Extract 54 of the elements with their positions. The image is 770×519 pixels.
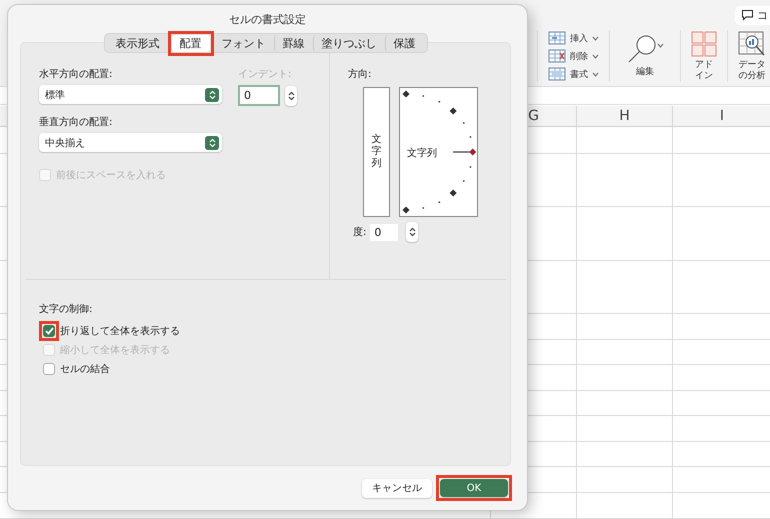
select-field[interactable]: 標準 bbox=[39, 85, 222, 104]
dial-text: 文字列 bbox=[407, 146, 437, 160]
section-label: 文字の制御: bbox=[39, 302, 94, 316]
stepper[interactable] bbox=[285, 86, 297, 106]
chevron-icon bbox=[592, 54, 599, 58]
checkbox[interactable] bbox=[43, 325, 55, 337]
updown-icon bbox=[205, 88, 219, 102]
tab[interactable]: 表示形式 bbox=[108, 34, 168, 52]
search-icon bbox=[626, 34, 664, 64]
input-field[interactable]: 0 bbox=[370, 224, 398, 240]
tab[interactable]: 配置 bbox=[172, 34, 210, 52]
add-ins-button[interactable]: アド イン bbox=[691, 30, 717, 82]
ribbon-command[interactable]: 削除 bbox=[548, 48, 599, 64]
checkbox-label: 折り返して全体を表示する bbox=[60, 324, 180, 338]
tab[interactable]: フォント bbox=[214, 34, 274, 52]
dialog-title: セルの書式設定 bbox=[228, 12, 307, 28]
column-header[interactable]: I bbox=[673, 106, 770, 126]
tab[interactable]: 塗りつぶし bbox=[312, 34, 384, 52]
cancel-button[interactable]: キャンセル bbox=[362, 478, 432, 498]
data-analysis-button[interactable]: データ の分析 bbox=[738, 30, 766, 82]
checkbox-label: 前後にスペースを入れる bbox=[56, 168, 166, 182]
comment-label: コ bbox=[757, 8, 768, 22]
tab[interactable]: 罫線 bbox=[274, 34, 312, 52]
ribbon-command[interactable]: 書式 bbox=[548, 66, 599, 82]
column-header[interactable]: H bbox=[577, 106, 673, 126]
chevron-icon bbox=[592, 36, 599, 40]
chevron-icon bbox=[592, 72, 599, 76]
updown-icon bbox=[205, 136, 219, 150]
delete-cells-icon bbox=[548, 49, 566, 63]
orientation-dial[interactable]: 文字列 bbox=[399, 87, 478, 217]
field-label: 方向: bbox=[348, 68, 372, 81]
add-ins-grid-icon bbox=[691, 30, 717, 56]
comment-button[interactable]: コ bbox=[735, 6, 770, 24]
ok-button[interactable]: OK bbox=[440, 479, 508, 497]
field-label: インデント: bbox=[238, 68, 292, 81]
vertical-text: 文字列 bbox=[372, 134, 382, 170]
edit-button[interactable]: 編集 bbox=[626, 34, 664, 78]
updown-icon bbox=[408, 227, 416, 237]
updown-icon bbox=[288, 90, 294, 100]
tab[interactable]: 保護 bbox=[384, 34, 424, 52]
select-field[interactable]: 中央揃え bbox=[39, 133, 222, 152]
vertical-text-option[interactable]: 文字列 bbox=[363, 87, 390, 217]
checkbox-label: 縮小して全体を表示する bbox=[60, 344, 170, 357]
format-cells-icon bbox=[548, 67, 566, 81]
ribbon-command[interactable]: 挿入 bbox=[548, 30, 599, 46]
field-label: 度: bbox=[353, 226, 366, 239]
field-label: 垂直方向の配置: bbox=[39, 116, 114, 129]
chart-magnifier-icon bbox=[738, 30, 766, 56]
speech-bubble-icon bbox=[741, 9, 754, 21]
checkbox[interactable] bbox=[43, 363, 55, 375]
insert-cells-icon bbox=[548, 31, 566, 45]
stepper[interactable] bbox=[406, 222, 418, 242]
checkbox-label: セルの結合 bbox=[60, 363, 110, 376]
field-label: 水平方向の配置: bbox=[39, 68, 114, 81]
